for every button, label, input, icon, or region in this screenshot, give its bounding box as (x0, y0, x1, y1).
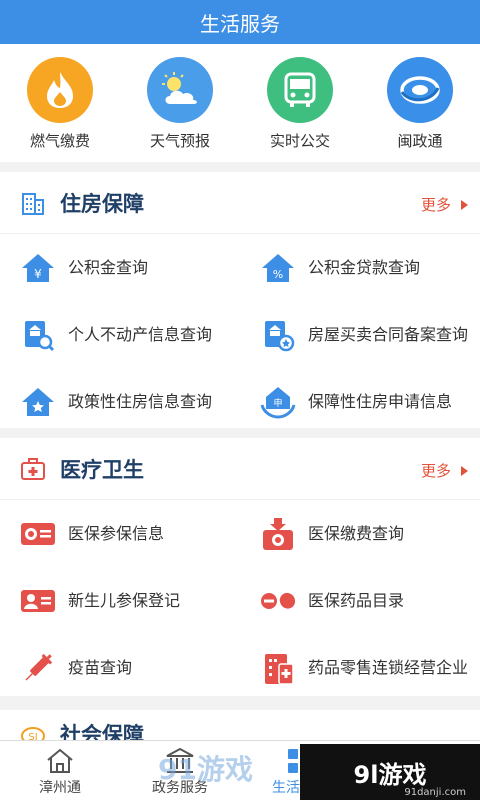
home-icon (47, 748, 73, 773)
section-title: 住房保障 (60, 191, 144, 216)
tab-zhangzhoutong[interactable]: 漳州通 (0, 741, 120, 800)
syringe-icon (20, 650, 56, 686)
service-label: 疫苗查询 (68, 657, 133, 677)
service-item[interactable]: 药品零售连锁经营企业 (240, 634, 480, 701)
service-label: 个人不动产信息查询 (68, 324, 213, 344)
service-label: 公积金贷款查询 (308, 257, 421, 277)
minzhengtong-icon (387, 57, 453, 123)
quick-label: 闽政通 (397, 132, 443, 150)
watermark-text: 9l游戏 (353, 760, 427, 789)
insurance-payment-icon (260, 516, 296, 552)
page-title: 生活服务 (200, 11, 280, 36)
service-label: 医保参保信息 (68, 523, 165, 543)
service-item[interactable]: 医保药品目录 (240, 567, 480, 634)
service-label: 医保药品目录 (308, 590, 405, 610)
quick-label: 实时公交 (269, 132, 330, 150)
section-medical: 医疗卫生 更多 医保参保信息 医保缴费查询 新生儿参保登记 医保药品目录 疫苗查… (0, 438, 480, 696)
housing-apply-icon: 申 (260, 384, 296, 420)
flame-icon (27, 57, 93, 123)
quick-label: 天气预报 (149, 132, 210, 150)
service-item[interactable]: 疫苗查询 (0, 634, 240, 701)
house-yuan-icon: ¥ (20, 250, 56, 286)
newborn-card-icon (20, 583, 56, 619)
section-title: 医疗卫生 (60, 457, 144, 482)
contract-record-icon (260, 317, 296, 353)
watermark-subtext: 91danji.com (404, 787, 466, 798)
arrow-right-icon (461, 199, 468, 210)
service-label: 药品零售连锁经营企业 (308, 657, 469, 677)
quick-gas-payment[interactable]: 燃气缴费 (5, 57, 115, 162)
quick-bus[interactable]: 实时公交 (245, 57, 355, 162)
service-item[interactable]: ¥ 公积金查询 (0, 234, 240, 301)
housing-grid: ¥ 公积金查询 % 公积金贷款查询 个人不动产信息查询 房屋买卖合同备案查询 政… (0, 234, 480, 435)
medical-kit-icon (21, 457, 45, 480)
service-label: 房屋买卖合同备案查询 (308, 324, 469, 344)
service-item[interactable]: 新生儿参保登记 (0, 567, 240, 634)
service-label: 公积金查询 (68, 257, 149, 277)
arrow-right-icon (461, 465, 468, 476)
service-item[interactable]: 政策性住房信息查询 (0, 368, 240, 435)
house-star-icon (20, 384, 56, 420)
quick-minzhengtong[interactable]: 闽政通 (365, 57, 475, 162)
service-label: 政策性住房信息查询 (68, 391, 213, 411)
more-label: 更多 (420, 462, 451, 480)
service-item[interactable]: 房屋买卖合同备案查询 (240, 301, 480, 368)
section-header: 住房保障 更多 (0, 172, 480, 234)
quick-weather[interactable]: 天气预报 (125, 57, 235, 162)
tab-label: 漳州通 (39, 780, 81, 796)
service-label: 新生儿参保登记 (68, 590, 181, 610)
property-search-icon (20, 317, 56, 353)
medical-grid: 医保参保信息 医保缴费查询 新生儿参保登记 医保药品目录 疫苗查询 药品零售连锁… (0, 500, 480, 701)
building-icon (22, 192, 44, 215)
service-item[interactable]: 医保参保信息 (0, 500, 240, 567)
service-item[interactable]: 医保缴费查询 (240, 500, 480, 567)
more-label: 更多 (420, 196, 451, 214)
top-bar: 生活服务 (0, 0, 480, 44)
service-item[interactable]: 个人不动产信息查询 (0, 301, 240, 368)
service-label: 保障性住房申请信息 (308, 391, 453, 411)
section-housing: 住房保障 更多 ¥ 公积金查询 % 公积金贷款查询 个人不动产信息查询 房屋买卖… (0, 172, 480, 428)
more-link[interactable]: 更多 (421, 194, 468, 215)
pharmacy-building-icon (260, 650, 296, 686)
watermark-logo: 9l游戏 91danji.com (300, 744, 480, 800)
svg-text:¥: ¥ (34, 267, 42, 281)
section-header: 医疗卫生 更多 (0, 438, 480, 500)
service-label: 医保缴费查询 (308, 523, 405, 543)
quick-label: 燃气缴费 (29, 132, 90, 150)
weather-icon (147, 57, 213, 123)
more-link[interactable]: 更多 (421, 460, 468, 481)
svg-text:%: % (273, 268, 283, 281)
quick-services: 燃气缴费 天气预报 实时公交 闽政通 (0, 44, 480, 162)
house-percent-icon: % (260, 250, 296, 286)
pill-icon (260, 583, 296, 619)
svg-text:申: 申 (273, 397, 282, 409)
service-item[interactable]: 申 保障性住房申请信息 (240, 368, 480, 435)
service-item[interactable]: % 公积金贷款查询 (240, 234, 480, 301)
insurance-card-icon (20, 516, 56, 552)
bus-icon (267, 57, 333, 123)
watermark-overlay: 91游戏 (158, 753, 253, 786)
